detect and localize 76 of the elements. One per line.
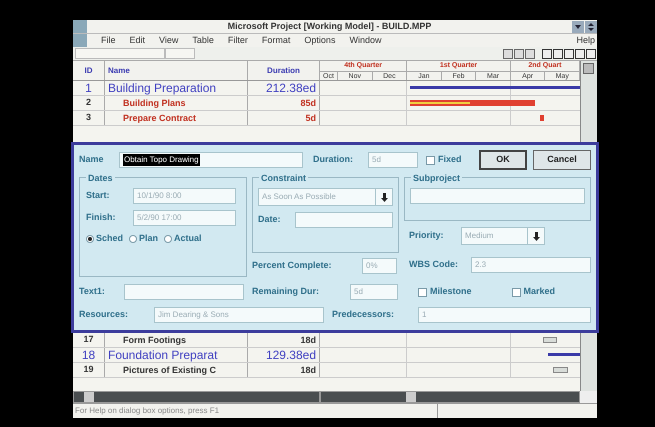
scrollbar-thumb[interactable] [406, 392, 416, 402]
radio-label: Sched [96, 232, 124, 245]
row-number: 18 [73, 348, 105, 362]
field-label: Predecessors: [332, 308, 396, 322]
menu-item[interactable]: Help [576, 34, 595, 48]
entry-field[interactable] [75, 48, 165, 59]
field-label: Percent Complete: [252, 259, 333, 272]
radio-label: Plan [139, 232, 158, 245]
field-label: Date: [258, 213, 282, 226]
summary-bar [548, 353, 580, 356]
task-duration: 129.38ed [248, 348, 320, 362]
menu-item[interactable]: Table [192, 34, 214, 48]
menu-item[interactable]: Format [262, 34, 290, 48]
menu-item[interactable]: File [101, 34, 116, 48]
row-number: 3 [73, 111, 105, 125]
selected-text: Obtain Topo Drawing [123, 154, 200, 166]
input-field[interactable] [410, 188, 585, 204]
field-label: WBS Code: [409, 258, 459, 272]
cancel-button[interactable]: Cancel [533, 150, 591, 170]
row-number: 2 [73, 96, 105, 110]
checkbox[interactable] [426, 156, 435, 164]
group-title: Subproject [411, 172, 462, 186]
input-field[interactable] [124, 284, 244, 300]
task-name: Building Plans [105, 96, 248, 110]
menu-item[interactable]: Window [349, 34, 382, 48]
field-label: Name [79, 153, 105, 166]
field-label: Text1: [79, 285, 106, 298]
checkbox[interactable] [418, 288, 427, 296]
field-label: Remaining Dur: [252, 285, 320, 298]
task-duration: 85d [248, 96, 320, 110]
task-bar [540, 115, 544, 121]
task-name: Pictures of Existing C [105, 363, 248, 377]
task-duration: 5d [248, 111, 320, 125]
task-duration: 18d [248, 363, 320, 377]
menu-item[interactable]: Filter [228, 34, 248, 48]
input-field[interactable]: Obtain Topo Drawing [119, 152, 303, 168]
field-label: Start: [86, 189, 111, 202]
menu-item[interactable]: Edit [130, 34, 146, 48]
scrollbar[interactable] [73, 391, 320, 403]
task-bar [553, 367, 568, 373]
column-header[interactable]: Duration [248, 61, 320, 80]
radio-label: Actual [174, 232, 202, 245]
minimize-icon[interactable] [572, 20, 584, 32]
field-label: Finish: [86, 211, 116, 224]
caret-icon [380, 192, 388, 202]
checkbox-label: Milestone [430, 285, 472, 298]
column-header[interactable]: ID [73, 61, 105, 80]
scrollbar-thumb[interactable] [583, 63, 594, 74]
task-name: Building Preparation [105, 81, 248, 95]
field-label: Resources: [79, 308, 130, 322]
radio-button[interactable] [86, 234, 94, 243]
task-bar [543, 337, 557, 343]
maximize-icon[interactable] [585, 20, 597, 32]
row-number: 19 [73, 363, 105, 377]
checkbox-label: Marked [524, 285, 556, 298]
checkbox-label: Fixed [438, 153, 462, 166]
scrollbar[interactable] [320, 391, 580, 403]
ok-button[interactable]: OK [479, 150, 527, 170]
caret-icon [532, 232, 540, 240]
radio-button[interactable] [129, 234, 138, 243]
scrollbar-thumb[interactable] [84, 392, 94, 402]
task-duration: 212.38ed [248, 81, 320, 95]
entry-field[interactable] [165, 48, 195, 59]
menu-item[interactable]: View [159, 34, 178, 48]
menu-item[interactable]: Options [304, 34, 336, 48]
field-label: Priority: [409, 229, 445, 242]
radio-button[interactable] [164, 234, 172, 243]
input-field[interactable] [295, 212, 393, 228]
status-text: For Help on dialog box options, press F1 [73, 404, 438, 418]
column-header[interactable]: Name [105, 61, 248, 80]
row-number: 1 [73, 81, 105, 95]
field-label: Duration: [313, 153, 354, 166]
window-title: Microsoft Project [Working Model] - BUILD.MPP [226, 20, 432, 33]
task-name: Foundation Preparat [105, 348, 248, 362]
checkbox[interactable] [512, 288, 521, 296]
task-name: Prepare Contract [105, 111, 248, 125]
